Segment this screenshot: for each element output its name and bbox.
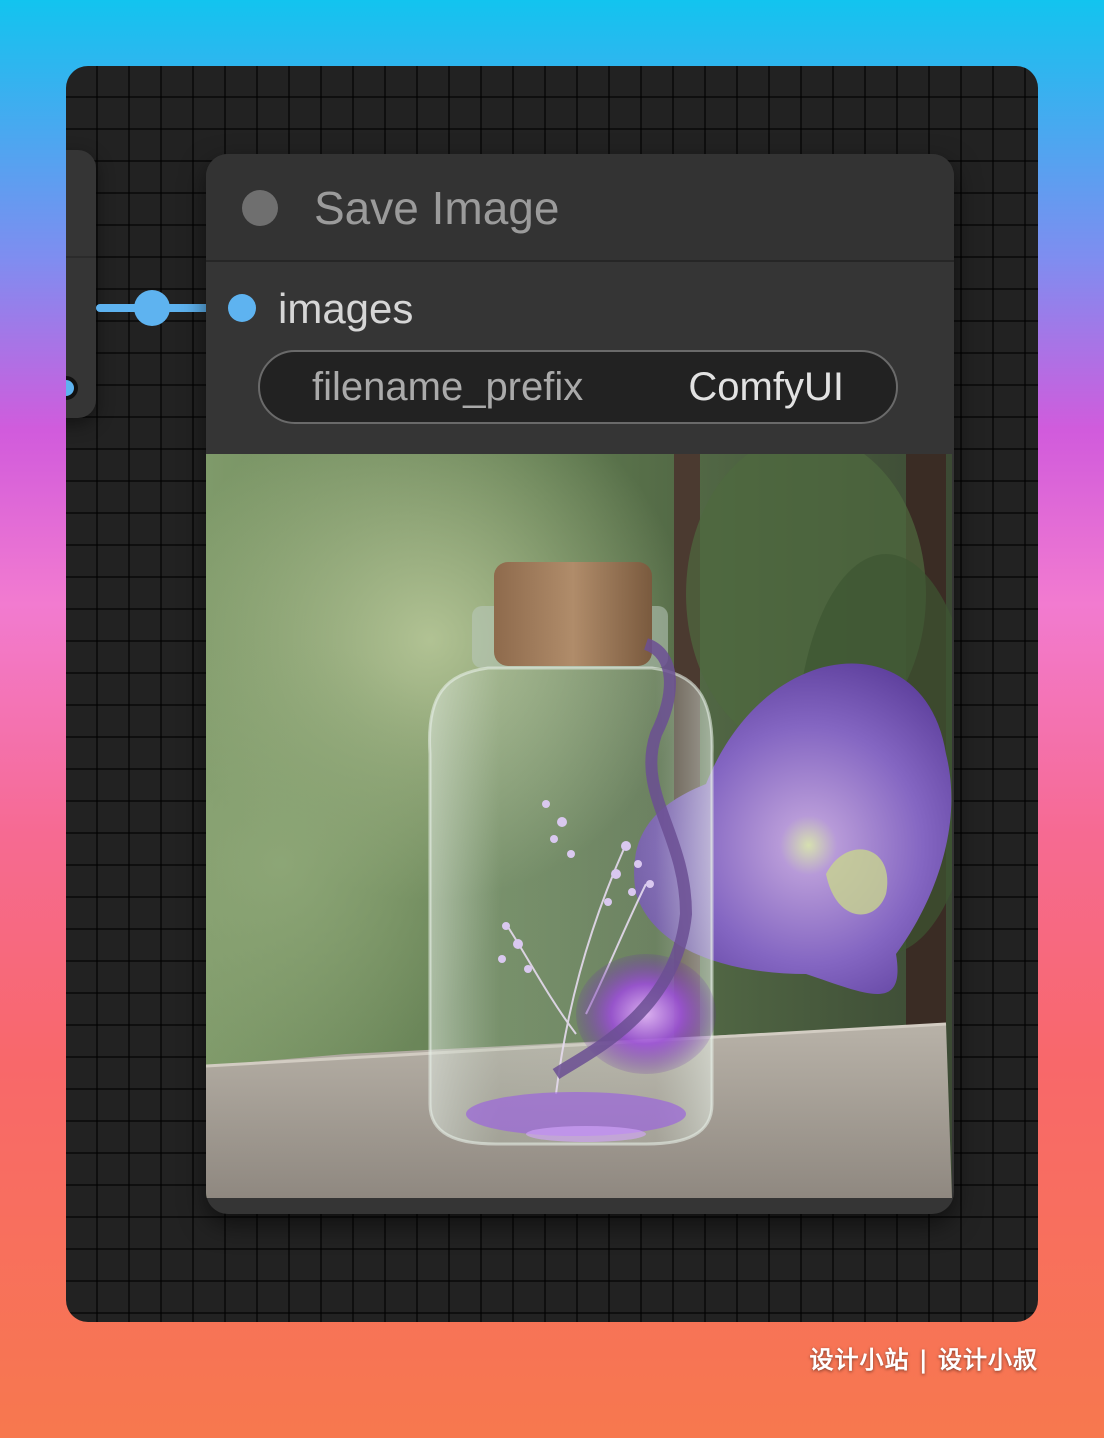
upstream-node[interactable] — [66, 150, 96, 418]
node-title: Save Image — [314, 182, 560, 234]
image-preview[interactable] — [206, 454, 952, 1198]
watermark: 设计小站 | 设计小叔 — [809, 1346, 1038, 1374]
widget-name: filename_prefix — [312, 365, 584, 409]
save-image-node[interactable]: Save Image images filename_prefix ComfyU… — [206, 154, 954, 1214]
input-row-images: images — [228, 284, 934, 334]
input-label: images — [278, 285, 414, 332]
upstream-node-divider — [66, 256, 96, 258]
widget-value[interactable]: ComfyUI — [688, 360, 844, 414]
node-canvas[interactable]: Save Image images filename_prefix ComfyU… — [66, 66, 1038, 1322]
node-header[interactable]: Save Image — [206, 154, 954, 262]
filename-prefix-field[interactable]: filename_prefix ComfyUI — [258, 350, 898, 424]
input-slot-images[interactable] — [228, 294, 256, 322]
preview-image — [206, 454, 952, 1198]
upstream-output-slot[interactable] — [66, 376, 78, 400]
collapse-toggle[interactable] — [242, 190, 278, 226]
link-midpoint-handle[interactable] — [134, 290, 170, 326]
